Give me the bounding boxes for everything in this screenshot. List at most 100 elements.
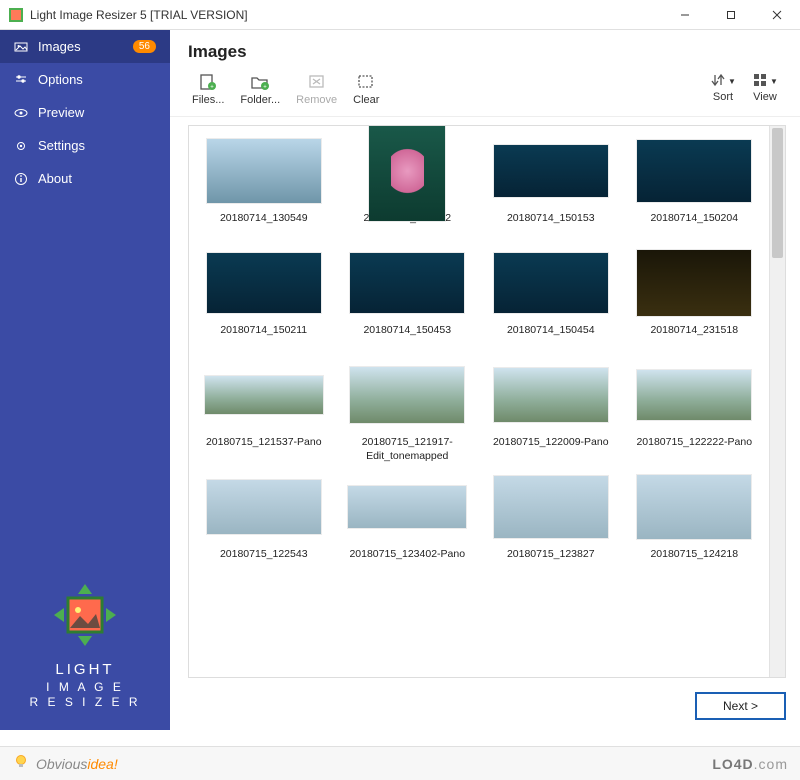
clear-button[interactable]: Clear [345,70,387,108]
brand-line-2: I M A G E [0,680,170,695]
thumbnail-item[interactable]: 20180714_150204 [626,136,764,240]
thumbnail-area[interactable]: 20180714_13054920180714_14030220180714_1… [189,126,769,677]
sidebar-item-images[interactable]: Images 56 [0,30,170,63]
file-add-icon: + [198,72,218,92]
folder-add-icon: + [250,72,270,92]
titlebar: Light Image Resizer 5 [TRIAL VERSION] [0,0,800,30]
thumbnail-item[interactable]: 20180715_122222-Pano [626,360,764,464]
thumbnail-image [491,248,611,318]
sort-dropdown[interactable]: ▼ Sort [702,70,744,105]
thumbnail-item[interactable]: 20180714_130549 [195,136,333,240]
thumbnail-item[interactable]: 20180715_121917-Edit_tonemapped [339,360,477,464]
sort-icon [710,72,726,91]
thumbnail-image [347,472,467,542]
thumbnail-item[interactable]: 20180714_140302 [339,136,477,240]
thumbnail-item[interactable]: 20180714_150153 [482,136,620,240]
thumbnail-image [634,248,754,318]
folder-button[interactable]: + Folder... [232,70,288,108]
sliders-icon [14,73,28,87]
footer-left: Obviousidea! [12,753,118,774]
sidebar-item-settings[interactable]: Settings [0,129,170,162]
tool-label: Sort [713,91,733,103]
thumbnail-item[interactable]: 20180714_150211 [195,248,333,352]
brand-line-1: LIGHT [0,661,170,680]
thumbnail-image [491,136,611,206]
svg-text:+: + [264,85,268,91]
tool-label: View [753,91,777,103]
bulb-icon [12,753,30,774]
eye-icon [14,106,28,120]
footer: Obviousidea! LO4D.com [0,746,800,780]
footer-brand: Obviousidea! [36,756,118,772]
remove-icon [307,72,327,92]
clear-icon [356,72,376,92]
thumbnail-item[interactable]: 20180715_121537-Pano [195,360,333,464]
thumbnail-image [204,136,324,206]
brand-line-3: R E S I Z E R [0,695,170,710]
chevron-down-icon: ▼ [728,77,736,86]
next-button[interactable]: Next > [695,692,786,720]
sidebar-brand: LIGHT I M A G E R E S I Z E R [0,661,170,730]
thumbnail-item[interactable]: 20180715_123827 [482,472,620,576]
thumbnail-label: 20180715_123402-Pano [349,548,465,576]
maximize-button[interactable] [708,0,754,30]
thumbnail-item[interactable]: 20180715_122009-Pano [482,360,620,464]
thumbnail-item[interactable]: 20180715_124218 [626,472,764,576]
app-icon [8,7,24,23]
sidebar-logo [0,570,170,661]
images-icon [14,40,28,54]
thumbnail-label: 20180715_122222-Pano [636,436,752,464]
thumbnail-label: 20180714_150454 [507,324,595,352]
thumbnail-image [347,136,467,206]
sidebar-item-about[interactable]: About [0,162,170,195]
sidebar-item-label: Options [38,72,83,87]
tool-label: Clear [353,94,379,106]
thumbnail-label: 20180715_121917-Edit_tonemapped [344,436,470,464]
scrollbar-thumb[interactable] [772,128,783,258]
tool-label: Files... [192,94,224,106]
thumbnail-item[interactable]: 20180714_231518 [626,248,764,352]
content: Images + Files... + Folder... Remove Cle… [170,30,800,730]
thumbnail-item[interactable]: 20180715_123402-Pano [339,472,477,576]
thumbnail-label: 20180715_122543 [220,548,308,576]
svg-text:+: + [210,85,214,91]
info-icon [14,172,28,186]
toolbar: + Files... + Folder... Remove Clear ▼ [170,68,800,117]
window-title: Light Image Resizer 5 [TRIAL VERSION] [30,8,662,22]
thumbnail-image [491,360,611,430]
thumbnail-item[interactable]: 20180715_122543 [195,472,333,576]
thumbnail-image [347,248,467,318]
thumbnail-label: 20180714_150453 [363,324,451,352]
thumbnail-image [634,360,754,430]
thumbnail-label: 20180715_124218 [650,548,738,576]
sidebar-item-label: Preview [38,105,84,120]
sidebar-item-options[interactable]: Options [0,63,170,96]
view-dropdown[interactable]: ▼ View [744,70,786,105]
sidebar-item-preview[interactable]: Preview [0,96,170,129]
thumbnail-item[interactable]: 20180714_150454 [482,248,620,352]
thumbnail-label: 20180714_150153 [507,212,595,240]
images-count-badge: 56 [133,40,156,53]
scrollbar[interactable] [769,126,785,677]
thumbnail-viewport: 20180714_13054920180714_14030220180714_1… [188,125,786,678]
footer-site: LO4D.com [712,756,788,772]
nav-bar: Next > [170,686,800,730]
gear-icon [14,139,28,153]
sidebar-item-label: Settings [38,138,85,153]
close-button[interactable] [754,0,800,30]
thumbnail-image [347,360,467,430]
window-controls [662,0,800,30]
view-icon [752,72,768,91]
remove-button: Remove [288,70,345,108]
thumbnail-item[interactable]: 20180714_150453 [339,248,477,352]
thumbnail-label: 20180714_150204 [650,212,738,240]
sidebar-item-label: About [38,171,72,186]
thumbnail-image [491,472,611,542]
thumbnail-label: 20180715_121537-Pano [206,436,322,464]
minimize-button[interactable] [662,0,708,30]
thumbnail-label: 20180715_123827 [507,548,595,576]
files-button[interactable]: + Files... [184,70,232,108]
thumbnail-label: 20180714_130549 [220,212,308,240]
thumbnail-image [204,360,324,430]
thumbnail-label: 20180715_122009-Pano [493,436,609,464]
